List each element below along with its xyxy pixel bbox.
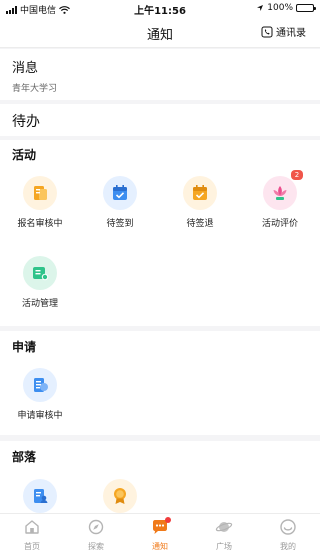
tab-label: 广场 (216, 542, 232, 550)
tab-label: 探索 (88, 542, 104, 550)
home-icon (25, 520, 39, 534)
messages-subtitle: 青年大学习 (12, 84, 58, 94)
nav-bar: 通知 通讯录 (0, 16, 320, 48)
activity-title: 活动 (12, 148, 37, 162)
calendar-check-icon (183, 176, 217, 210)
document-icon (23, 368, 57, 402)
activity-label: 待签到 (106, 219, 134, 229)
compass-icon (88, 519, 104, 535)
medal-icon (103, 479, 137, 513)
tab-profile[interactable]: 我的 (256, 514, 320, 550)
location-icon (257, 5, 264, 11)
tribe-title: 部落 (12, 450, 37, 464)
phone-book-icon (261, 26, 273, 37)
activity-management[interactable]: 活动管理 (0, 256, 80, 309)
tab-label: 首页 (24, 542, 40, 550)
application-section: 申请 申请审核中 (0, 331, 320, 435)
profile-icon (280, 519, 296, 535)
activity-section: 活动 报名审核中 待签到 待签退 2 活动评价 活动管理 (0, 140, 320, 326)
contacts-button[interactable]: 通讯录 (261, 24, 306, 39)
battery-percent: 100% (267, 3, 293, 13)
battery-icon (296, 4, 316, 12)
activity-to-sign-in[interactable]: 待签到 (80, 176, 160, 229)
notification-badge: 2 (291, 170, 303, 180)
status-right: 100% (256, 3, 316, 13)
todo-title: 待办 (12, 114, 40, 130)
activity-label: 报名审核中 (17, 219, 63, 229)
person-document-icon (23, 479, 57, 513)
tab-square[interactable]: 广场 (192, 514, 256, 550)
activity-evaluation[interactable]: 2 活动评价 (240, 170, 320, 229)
activity-label: 活动管理 (21, 299, 58, 309)
unread-dot (165, 517, 171, 523)
activity-label: 待签退 (186, 219, 214, 229)
tab-home[interactable]: 首页 (0, 514, 64, 550)
tab-label: 我的 (280, 542, 296, 550)
status-bar: 中国电信 上午11:56 100% (0, 0, 320, 17)
messages-section[interactable]: 消息 青年大学习 (0, 49, 320, 100)
planet-icon (215, 522, 233, 532)
activity-to-sign-out[interactable]: 待签退 (160, 176, 240, 229)
application-pending-review[interactable]: 申请审核中 (0, 368, 80, 421)
calendar-check-icon (103, 176, 137, 210)
lotus-icon: 2 (263, 170, 303, 210)
activity-pending-review[interactable]: 报名审核中 (0, 176, 80, 229)
todo-section: 待办 (0, 104, 320, 136)
contacts-label: 通讯录 (276, 28, 306, 39)
tribe-section: 部落 (0, 441, 320, 521)
tab-bar: 首页 探索 通知 广场 我的 (0, 513, 320, 550)
document-icon (23, 176, 57, 210)
activity-label: 活动评价 (261, 219, 298, 229)
tab-explore[interactable]: 探索 (64, 514, 128, 550)
application-label: 申请审核中 (17, 411, 63, 421)
messages-title: 消息 (12, 61, 39, 76)
application-title: 申请 (12, 340, 37, 354)
card-icon (23, 256, 57, 290)
tab-label: 通知 (152, 542, 168, 550)
tab-notifications[interactable]: 通知 (128, 514, 192, 550)
